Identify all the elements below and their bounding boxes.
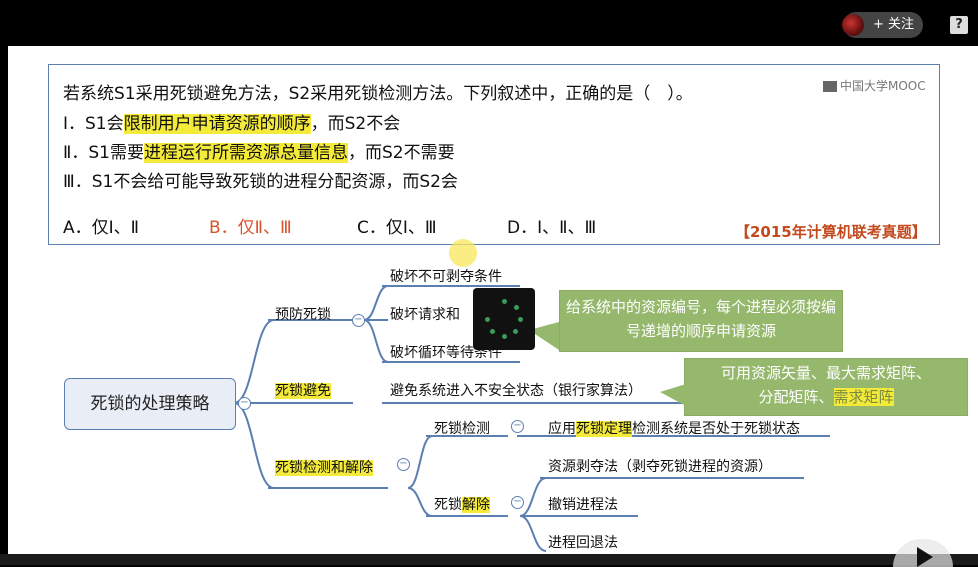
collapse-icon[interactable]: − [352,314,365,327]
note-bankers-line-2-text: 分配矩阵、 [758,388,834,406]
top-bar: + 关注 ? [0,0,978,46]
node-prevent-deadlock: 预防死锁 [275,307,331,323]
collapse-icon[interactable]: − [238,397,251,410]
note-bankers-line-1: 可用资源矢量、最大需求矩阵、 [720,364,931,382]
node-prevent-1: 破坏不可剥夺条件 [390,269,502,285]
note-pointer [660,384,686,406]
node-detect-1-suffix: 检测系统是否处于死锁状态 [632,421,800,437]
node-resolve-highlight: 解除 [462,497,490,513]
collapse-icon[interactable]: − [397,458,410,471]
node-detect-1-highlight: 死锁定理 [576,421,632,437]
player-controls-bar[interactable] [0,554,978,565]
node-resolve: 死锁解除 [434,494,490,514]
node-prevent-2: 破坏请求和 [390,307,460,323]
loading-spinner-icon [473,288,535,350]
node-detect-1-prefix: 应用 [548,421,576,437]
note-resource-ordering: 给系统中的资源编号，每个进程必须按编号递增的顺序申请资源 [559,290,843,352]
node-deadlock-avoidance-label: 死锁避免 [275,383,331,399]
node-detect-resolve-label: 死锁检测和解除 [275,460,373,476]
pointer-highlight [449,239,477,267]
node-resolve-1: 资源剥夺法（剥夺死锁进程的资源） [548,459,772,475]
node-deadlock-avoidance: 死锁避免 [275,380,331,400]
mindmap-root: 死锁的处理策略 [64,378,236,430]
user-avatar[interactable] [842,14,864,36]
note-bankers-line-2: 分配矩阵、需求矩阵 [685,385,967,409]
video-slide: 若系统S1采用死锁避免方法，S2采用死锁检测方法。下列叙述中，正确的是（ ）。 … [8,46,978,554]
node-detect-resolve: 死锁检测和解除 [275,457,373,477]
node-detect: 死锁检测 [434,421,490,437]
node-resolve-2: 撤销进程法 [548,497,618,513]
node-resolve-3: 进程回退法 [548,535,618,551]
help-icon[interactable]: ? [950,16,968,34]
node-avoid-1: 避免系统进入不安全状态（银行家算法） [390,383,642,399]
node-resolve-prefix: 死锁 [434,497,462,513]
collapse-icon[interactable]: − [511,496,524,509]
note-bankers-highlight: 需求矩阵 [833,388,894,406]
note-bankers-matrices: 可用资源矢量、最大需求矩阵、 分配矩阵、需求矩阵 [684,358,968,416]
node-detect-1: 应用死锁定理检测系统是否处于死锁状态 [548,418,800,438]
collapse-icon[interactable]: − [511,420,524,433]
